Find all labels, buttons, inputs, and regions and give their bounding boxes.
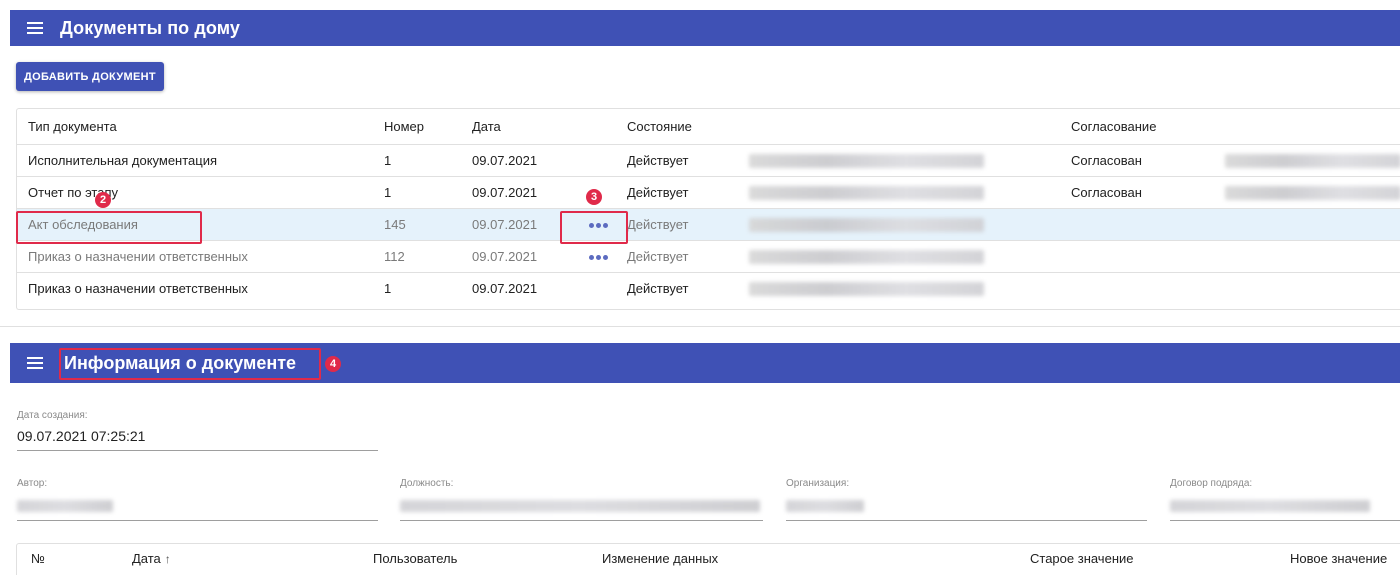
cell-state: Действует (627, 185, 689, 200)
cell-date: 09.07.2021 (472, 185, 538, 200)
created-date-value[interactable]: 09.07.2021 07:25:21 (17, 428, 145, 444)
cell-state: Действует (627, 281, 689, 296)
author-label: Автор: (17, 478, 48, 489)
info-menu-button[interactable] (10, 357, 60, 369)
cell-date: 09.07.2021 (472, 153, 538, 168)
cell-number: 145 (384, 217, 406, 232)
organization-underline (786, 520, 1147, 521)
column-header-number[interactable]: Номер (384, 109, 424, 145)
redacted-state-details (749, 282, 984, 296)
cell-number: 1 (384, 153, 392, 168)
more-horizontal-icon (588, 223, 608, 229)
annotation-badge-4: 4 (325, 356, 341, 372)
redacted-organization-value[interactable] (786, 500, 864, 512)
cell-number: 1 (384, 281, 392, 296)
history-header-new-value[interactable]: Новое значение (1290, 544, 1387, 574)
cell-state: Действует (627, 217, 689, 232)
cell-state: Действует (627, 153, 689, 168)
documents-header-bar: Документы по дому (10, 10, 1400, 46)
column-header-type[interactable]: Тип документа (28, 109, 117, 145)
history-table: № Дата ↑ Пользователь Изменение данных Ст… (16, 543, 1400, 575)
redacted-contract-value[interactable] (1170, 500, 1370, 512)
history-header-change[interactable]: Изменение данных (602, 544, 718, 574)
redacted-approval-details (1225, 186, 1400, 200)
cell-date: 09.07.2021 (472, 249, 538, 264)
redacted-approval-details (1225, 154, 1400, 168)
annotation-badge-2: 2 (95, 192, 111, 208)
redacted-state-details (749, 154, 984, 168)
redacted-position-value[interactable] (400, 500, 760, 512)
history-header-user[interactable]: Пользователь (373, 544, 457, 574)
table-row-selected[interactable]: Акт обследования 145 09.07.2021 Действуе… (17, 209, 1400, 241)
contract-label: Договор подряда: (1170, 478, 1253, 489)
more-horizontal-icon (588, 255, 608, 261)
history-header-index[interactable]: № (31, 544, 45, 574)
menu-button[interactable] (10, 22, 60, 34)
cell-date: 09.07.2021 (472, 281, 538, 296)
redacted-author-value[interactable] (17, 500, 113, 512)
section-divider (0, 326, 1400, 327)
contract-underline (1170, 520, 1400, 521)
cell-type: Приказ о назначении ответственных (28, 249, 248, 264)
column-header-date[interactable]: Дата (472, 109, 501, 145)
column-header-approval[interactable]: Согласование (1071, 109, 1156, 145)
column-header-state[interactable]: Состояние (627, 109, 692, 145)
cell-approval: Согласован (1071, 185, 1142, 200)
hamburger-icon (27, 357, 43, 369)
table-row[interactable]: Отчет по этапу 1 09.07.2021 Действует Со… (17, 177, 1400, 209)
documents-table: Тип документа Номер Дата Состояние Согла… (16, 108, 1400, 310)
author-underline (17, 520, 378, 521)
table-row[interactable]: Исполнительная документация 1 09.07.2021… (17, 145, 1400, 177)
position-underline (400, 520, 763, 521)
arrow-up-icon: ↑ (164, 552, 171, 566)
document-info-header-bar: Информация о документе (10, 343, 1400, 383)
history-header-old-value[interactable]: Старое значение (1030, 544, 1134, 574)
organization-label: Организация: (786, 478, 850, 489)
row-actions-button[interactable] (585, 209, 611, 241)
position-label: Должность: (400, 478, 454, 489)
created-date-label: Дата создания: (17, 410, 88, 421)
cell-approval: Согласован (1071, 153, 1142, 168)
cell-type: Приказ о назначении ответственных (28, 281, 248, 296)
redacted-state-details (749, 218, 984, 232)
redacted-state-details (749, 250, 984, 264)
cell-type: Акт обследования (28, 217, 138, 232)
table-row[interactable]: Приказ о назначении ответственных 1 09.0… (17, 273, 1400, 305)
table-header-row: Тип документа Номер Дата Состояние Согла… (17, 109, 1400, 145)
table-row[interactable]: Приказ о назначении ответственных 112 09… (17, 241, 1400, 273)
row-actions-button[interactable] (585, 241, 611, 273)
page-title: Документы по дому (60, 17, 241, 38)
cell-type: Исполнительная документация (28, 153, 218, 168)
add-document-button[interactable]: ДОБАВИТЬ ДОКУМЕНТ (16, 62, 164, 91)
history-header-date-label: Дата (132, 551, 161, 566)
cell-state: Действует (627, 249, 689, 264)
cell-date: 09.07.2021 (472, 217, 538, 232)
cell-number: 112 (384, 249, 405, 264)
cell-number: 1 (384, 185, 392, 200)
hamburger-icon (27, 22, 43, 34)
history-header-date[interactable]: Дата ↑ (132, 544, 171, 574)
created-date-underline (17, 450, 378, 451)
info-title: Информация о документе (64, 352, 297, 373)
annotation-badge-3: 3 (586, 189, 602, 205)
redacted-state-details (749, 186, 984, 200)
